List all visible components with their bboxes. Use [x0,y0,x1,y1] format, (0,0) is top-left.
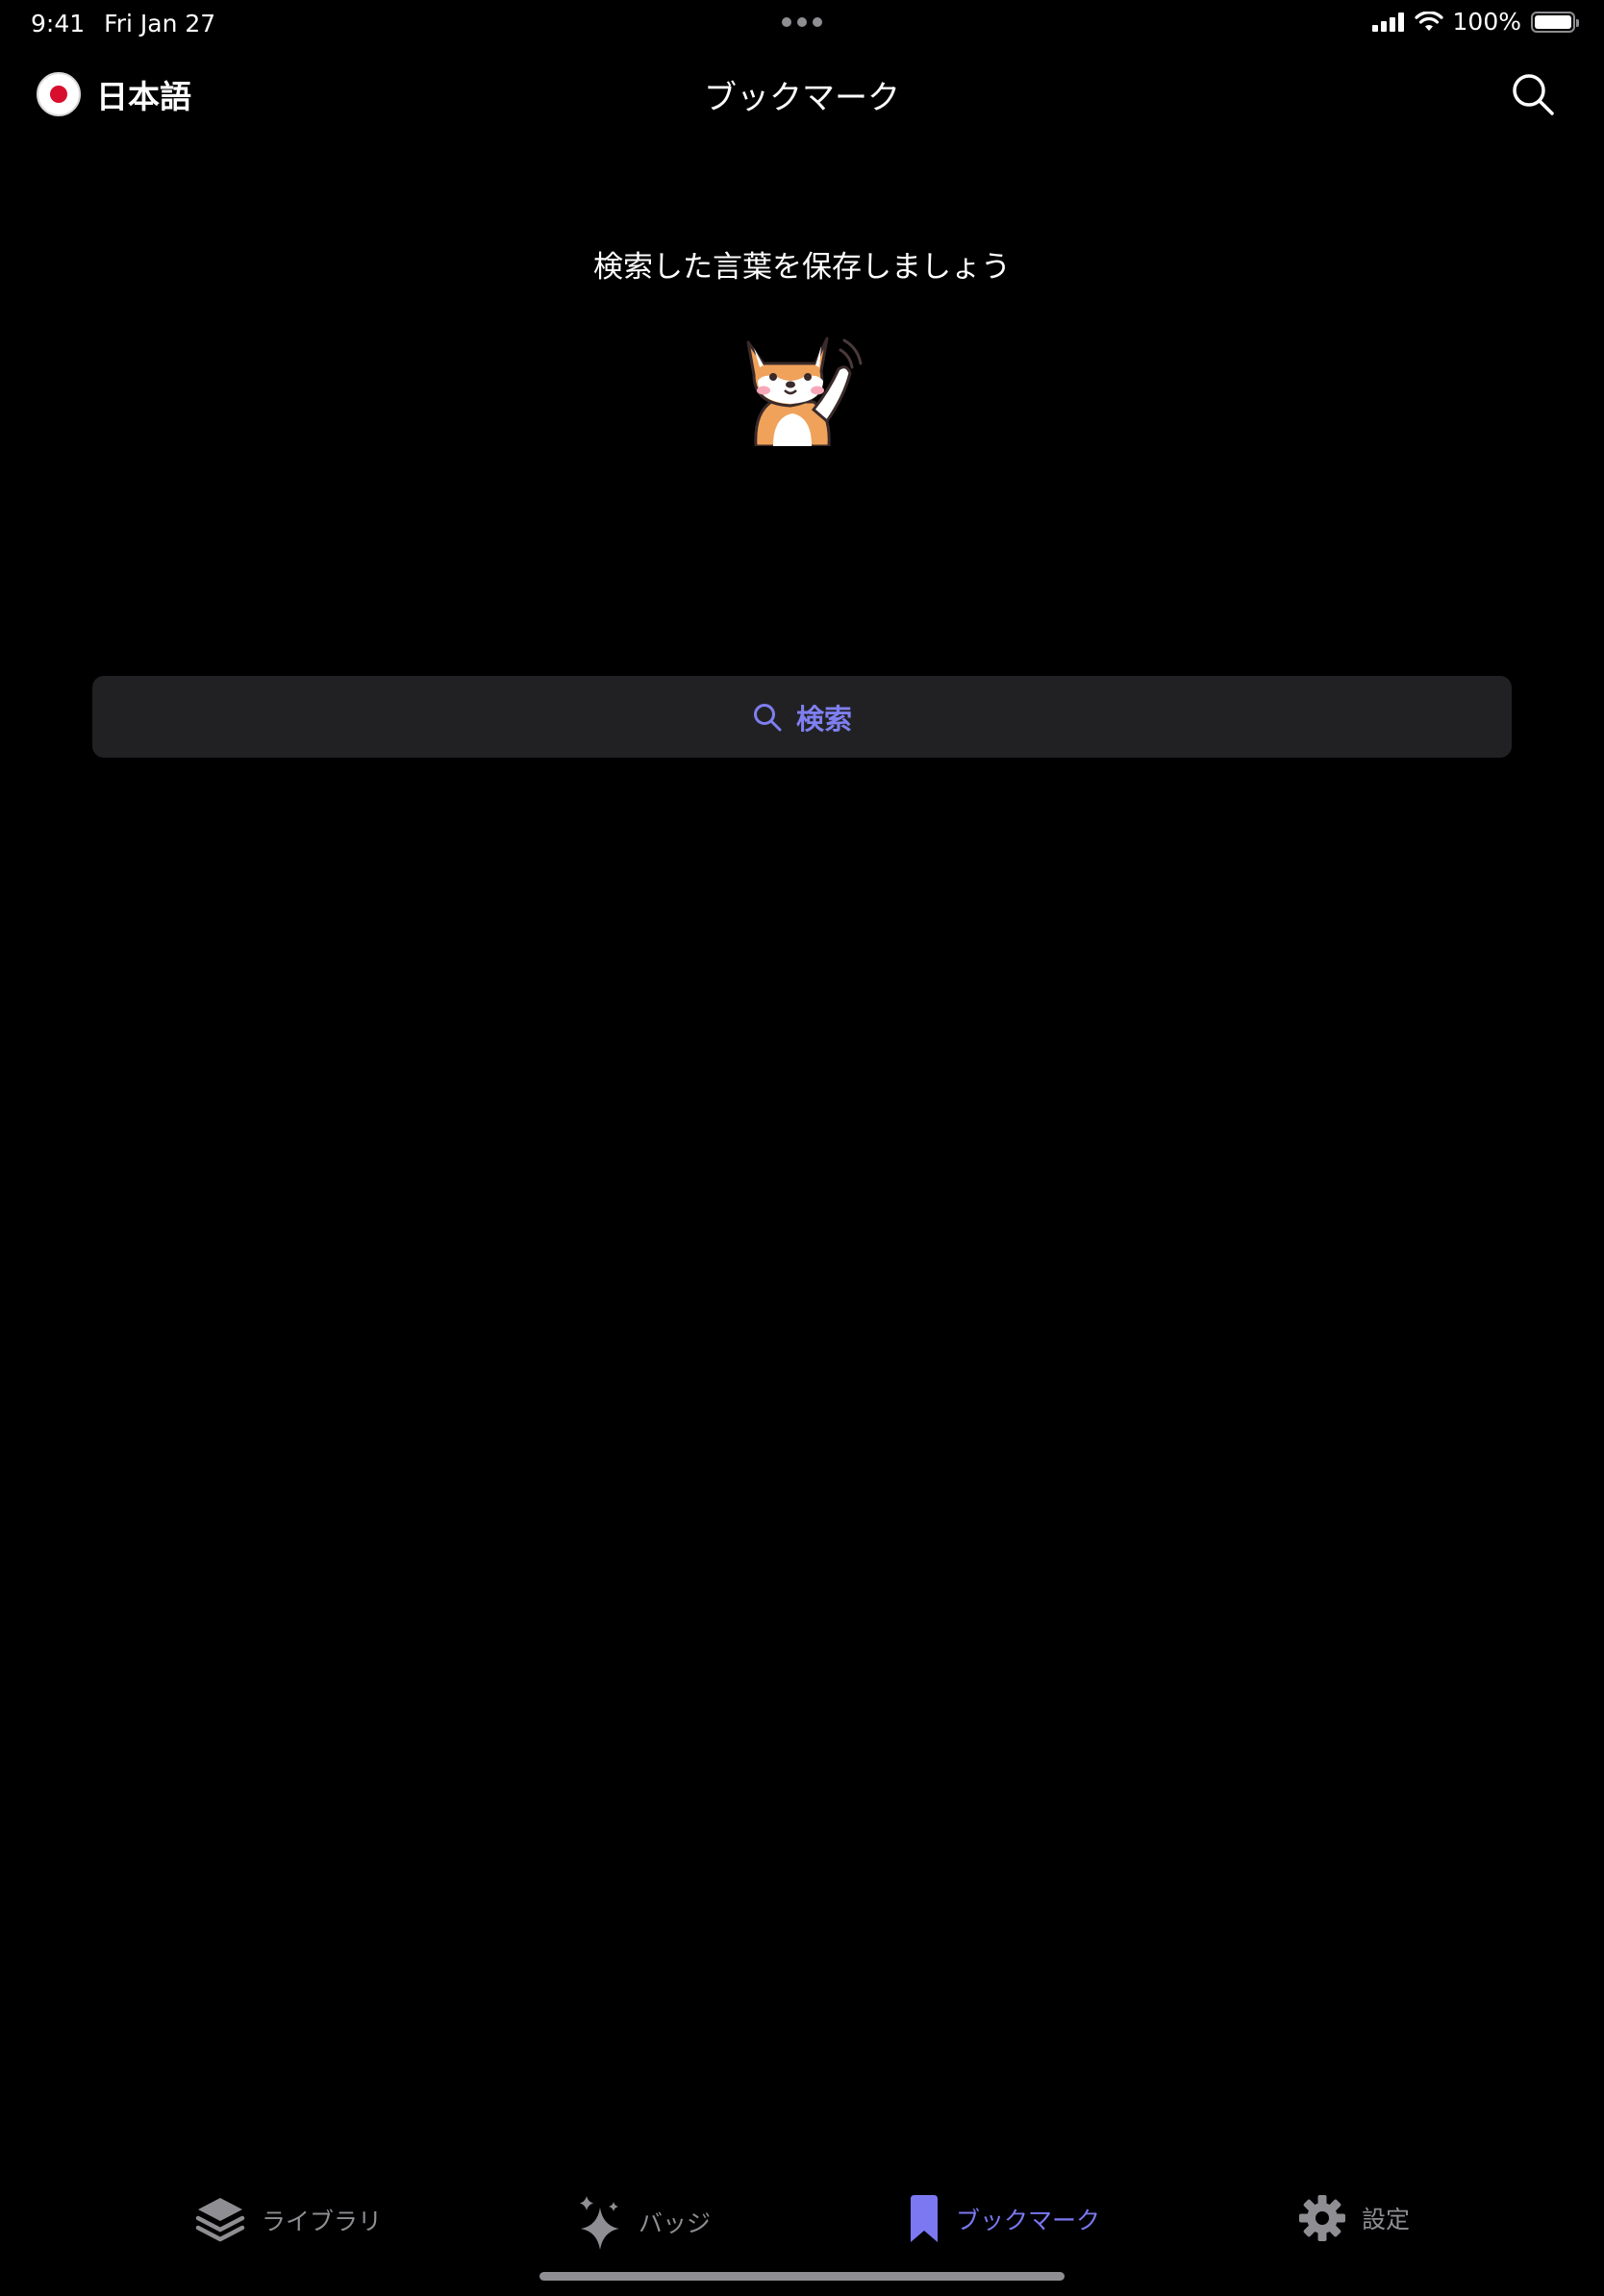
signal-icon [1371,12,1404,32]
language-label: 日本語 [96,78,191,115]
sparkles-icon [580,2196,619,2250]
battery-percentage: 100% [1452,8,1521,36]
status-indicators: 100% [1371,8,1579,36]
tab-settings-label: 設定 [1362,2206,1411,2234]
tab-library-label: ライブラリ [262,2208,383,2235]
multitasking-dots-icon[interactable] [782,17,822,27]
bookmark-icon [911,2195,938,2242]
battery-icon [1531,11,1579,33]
nav-bar: 日本語 ブックマーク [0,58,1604,125]
tab-bookmarks-label: ブックマーク [956,2207,1101,2234]
page-title: ブックマーク [704,79,900,117]
tab-settings[interactable]: 設定 [1298,2194,1410,2242]
layers-icon [195,2198,245,2242]
status-time: 9:41 [31,10,86,37]
home-indicator[interactable] [539,2272,1065,2281]
tab-badges[interactable]: バッジ [577,2194,711,2250]
status-date: Fri Jan 27 [104,10,216,37]
search-button-label: 検索 [795,702,852,736]
search-icon [753,703,782,731]
status-bar: 9:41 Fri Jan 27 100% [0,0,1604,46]
tab-library[interactable]: ライブラリ [194,2194,382,2246]
search-icon[interactable] [1510,71,1556,117]
wifi-icon [1414,11,1443,31]
language-selector-button[interactable]: 日本語 [37,71,191,117]
tab-bookmarks[interactable]: ブックマーク [908,2194,1100,2244]
tab-badges-label: バッジ [639,2209,712,2237]
empty-state-prompt: 検索した言葉を保存しましょう [593,250,1011,285]
gear-icon [1299,2195,1345,2241]
search-button[interactable]: 検索 [92,676,1512,758]
status-time-date: 9:41 Fri Jan 27 [31,10,215,37]
tab-bar: ライブラリ バッジ ブックマーク 設定 [0,2183,1604,2259]
japan-flag-icon [37,72,81,116]
shiba-dog-mascot-icon [746,337,863,446]
